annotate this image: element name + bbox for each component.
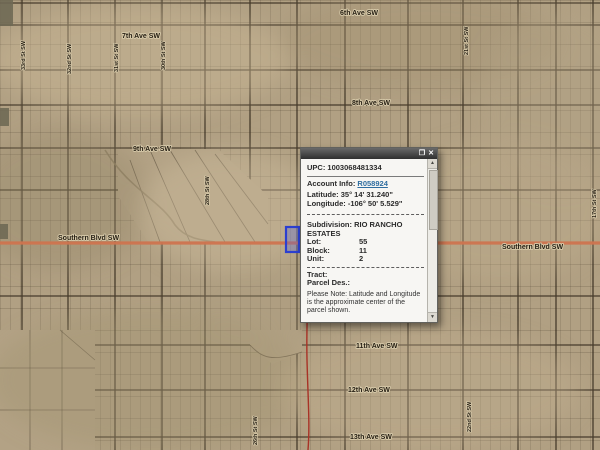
street-label-30th-st: 30th St SW [161, 40, 167, 70]
street-label-33rd-st: 33rd St SW [21, 40, 27, 70]
restore-icon[interactable]: ❐ [419, 150, 425, 157]
street-label-31st-st: 31st St SW [114, 43, 120, 72]
account-info-label: Account Info: [307, 178, 356, 188]
gis-parcel-viewer: 6th Ave SW 7th Ave SW 8th Ave SW 9th Ave… [0, 0, 600, 450]
street-label-11th-ave: 11th Ave SW [356, 343, 398, 350]
divider [307, 175, 424, 177]
street-label-6th-ave: 6th Ave SW [340, 10, 378, 17]
selected-parcel-highlight[interactable] [284, 225, 301, 254]
street-label-southern-blvd-west: Southern Blvd SW [58, 235, 119, 242]
account-info-row: Account Info: R058924 [307, 178, 424, 189]
longitude-value: Longitude: -106° 50' 5.529" [307, 198, 403, 208]
street-label-17th-st: 17th St SW [592, 188, 598, 218]
street-label-8th-ave: 8th Ave SW [352, 100, 390, 107]
scroll-down-icon[interactable]: ▼ [428, 312, 437, 322]
account-info-link[interactable]: R058924 [357, 179, 387, 188]
scroll-thumb[interactable] [429, 170, 438, 230]
subdivision-row: Subdivision: RIO RANCHO ESTATES [307, 220, 424, 238]
popup-scrollbar[interactable]: ▲ ▼ [427, 159, 438, 322]
popup-note: Please Note: Latitude and Longitude is t… [307, 290, 421, 314]
dashed-divider [307, 214, 424, 215]
unit-row: Unit: 2 [307, 254, 424, 264]
street-label-7th-ave: 7th Ave SW [122, 33, 160, 40]
parcel-des-label: Parcel Des.: [307, 278, 350, 287]
street-label-22nd-st: 22nd St SW [467, 401, 473, 432]
street-label-9th-ave: 9th Ave SW [133, 146, 171, 153]
street-label-13th-ave: 13th Ave SW [350, 434, 392, 441]
popup-titlebar[interactable]: ❐ ✕ [301, 148, 437, 159]
popup-body: UPC: 1003068481334 Account Info: R058924… [301, 159, 427, 322]
street-label-southern-blvd-east: Southern Blvd SW [502, 244, 563, 251]
block-row: Block: 11 [307, 246, 424, 256]
unit-label: Unit: [307, 254, 325, 263]
parcel-info-popup: ❐ ✕ UPC: 1003068481334 Account Info: R05… [300, 147, 438, 323]
street-label-21st-st: 21st St SW [464, 26, 470, 55]
street-label-28th-st: 28th St SW [205, 175, 211, 205]
street-label-12th-ave: 12th Ave SW [348, 387, 390, 394]
unit-value: 2 [359, 254, 364, 263]
street-label-32nd-st: 32nd St SW [67, 43, 73, 74]
close-icon[interactable]: ✕ [428, 150, 434, 157]
upc-value: UPC: 1003068481334 [307, 163, 382, 172]
scroll-up-icon[interactable]: ▲ [428, 159, 437, 169]
street-label-26th-st: 26th St SW [253, 415, 259, 445]
dashed-divider [307, 266, 424, 268]
